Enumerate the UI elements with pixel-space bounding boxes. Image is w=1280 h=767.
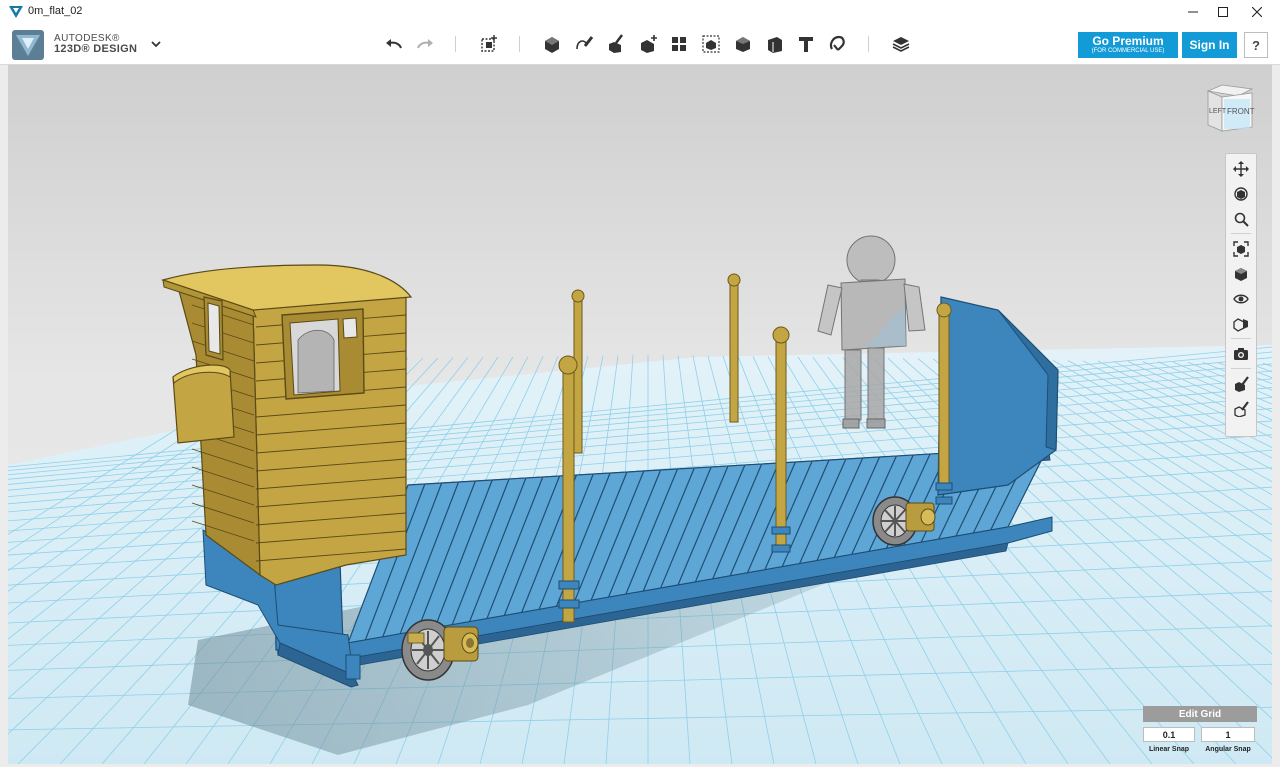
linear-snap-input[interactable]: 0.1 (1143, 727, 1195, 742)
main-toolbar: AUTODESK® 123D® DESIGN Go Premium (FOR C… (0, 24, 1280, 65)
go-premium-button[interactable]: Go Premium (FOR COMMERCIAL USE) (1078, 32, 1178, 58)
combine-icon (736, 37, 750, 52)
redo-icon (417, 39, 433, 49)
modify-icon (641, 35, 657, 53)
toolbar-separator (868, 36, 869, 52)
transform-button[interactable] (477, 32, 501, 56)
linear-snap-label: Linear Snap (1148, 746, 1190, 753)
undo-button[interactable] (382, 32, 406, 56)
fit-button[interactable] (1229, 238, 1253, 260)
minimize-icon (1188, 11, 1198, 13)
sketch-icon (576, 36, 594, 50)
nav-separator (1231, 338, 1251, 339)
view-button[interactable] (1229, 263, 1253, 285)
view-icon (1235, 268, 1247, 281)
app-window: 0m_flat_02 AUTODESK® 123D® DESIGN Go Pre… (0, 0, 1280, 767)
close-button[interactable] (1240, 0, 1274, 24)
show-icon (1234, 401, 1249, 417)
navigation-bar (1225, 153, 1257, 437)
maximize-button[interactable] (1206, 0, 1240, 24)
toolbar-separator (455, 36, 456, 52)
edit-grid-button[interactable]: Edit Grid (1143, 706, 1257, 722)
hide-icon (1235, 376, 1249, 392)
maximize-icon (1218, 7, 1228, 17)
angular-snap-label: Angular Snap (1205, 746, 1251, 753)
3d-viewport[interactable]: LEFT FRONT Edit Grid 0.1 1 Linear Snap A… (8, 65, 1272, 764)
grid-panel: Edit Grid 0.1 1 Linear Snap Angular Snap (1143, 706, 1257, 758)
material-button[interactable] (889, 32, 913, 56)
pattern-button[interactable] (667, 32, 691, 56)
text-icon (799, 37, 813, 52)
nav-separator (1231, 233, 1251, 234)
zoom-icon (1234, 212, 1249, 227)
brand-logo-icon (12, 30, 44, 60)
pan-icon (1233, 161, 1249, 177)
right-window-edge (1272, 65, 1280, 767)
group-icon (702, 35, 720, 53)
left-window-edge (0, 65, 8, 767)
scene-render (8, 235, 1272, 764)
construct-icon (609, 34, 623, 53)
window-title: 0m_flat_02 (28, 5, 83, 17)
brand-name: AUTODESK® 123D® DESIGN (54, 33, 137, 55)
viewcube-front-label: FRONT (1227, 107, 1255, 116)
show-button[interactable] (1229, 398, 1253, 420)
undo-icon (386, 39, 402, 49)
title-bar: 0m_flat_02 (0, 0, 1280, 25)
toolbar-separator (519, 36, 520, 52)
orbit-button[interactable] (1229, 183, 1253, 205)
view-cube[interactable]: LEFT FRONT (1202, 83, 1258, 137)
close-icon (1252, 7, 1262, 17)
construct-button[interactable] (604, 32, 628, 56)
redo-button[interactable] (413, 32, 437, 56)
primitives-button[interactable] (540, 32, 564, 56)
orbit-icon (1234, 187, 1248, 201)
text-button[interactable] (794, 32, 818, 56)
visibility-icon (1233, 294, 1249, 304)
brand-line-2: 123D® DESIGN (54, 43, 138, 55)
group-button[interactable] (699, 32, 723, 56)
sketch-button[interactable] (572, 32, 596, 56)
viewcube-left-label: LEFT (1209, 108, 1227, 115)
snap-icon (829, 35, 845, 51)
visibility-button[interactable] (1229, 288, 1253, 310)
help-button[interactable]: ? (1244, 32, 1268, 58)
measure-icon (768, 37, 782, 53)
camera-icon (1234, 348, 1248, 360)
fit-icon (1233, 241, 1249, 257)
app-logo-icon (9, 6, 23, 18)
chevron-down-icon (151, 41, 161, 48)
angular-snap-input[interactable]: 1 (1201, 727, 1255, 742)
app-menu-button[interactable] (148, 37, 164, 51)
combine-button[interactable] (731, 32, 755, 56)
modify-button[interactable] (636, 32, 660, 56)
nav-separator (1231, 368, 1251, 369)
transform-icon (481, 35, 497, 52)
premium-sublabel: (FOR COMMERCIAL USE) (1091, 48, 1165, 54)
pattern-icon (672, 37, 686, 51)
measure-button[interactable] (763, 32, 787, 56)
pan-button[interactable] (1229, 158, 1253, 180)
material-view-button[interactable] (1229, 313, 1253, 335)
material-view-icon (1233, 318, 1248, 332)
zoom-button[interactable] (1229, 208, 1253, 230)
hide-button[interactable] (1229, 373, 1253, 395)
minimize-button[interactable] (1176, 0, 1210, 24)
premium-label: Go Premium (1092, 34, 1164, 48)
camera-button[interactable] (1229, 343, 1253, 365)
primitives-icon (545, 37, 559, 53)
sign-in-button[interactable]: Sign In (1182, 32, 1237, 58)
snap-button[interactable] (826, 32, 850, 56)
material-icon (892, 37, 910, 52)
